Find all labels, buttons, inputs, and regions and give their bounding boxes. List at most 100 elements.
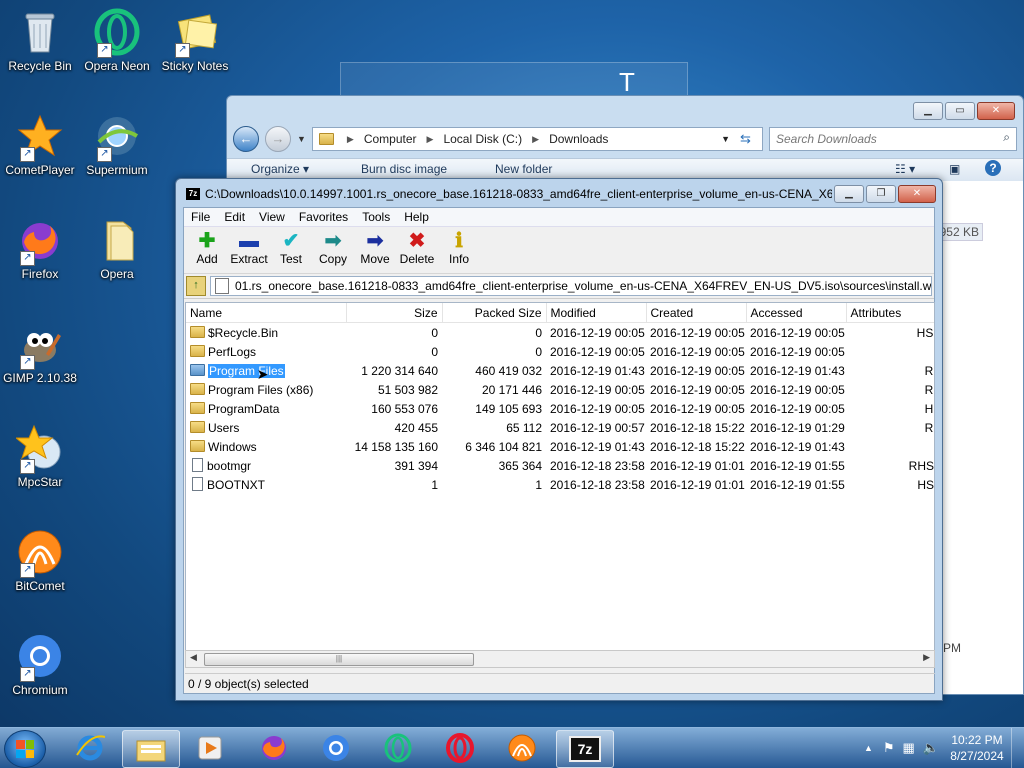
scroll-left-icon[interactable]: ◀	[190, 652, 197, 663]
desktop-icon-cometplayer[interactable]: ↗ CometPlayer	[0, 112, 80, 177]
refresh-icon[interactable]: ⇆	[740, 131, 762, 147]
taskbar-firefox[interactable]	[246, 730, 302, 766]
file-icon	[192, 458, 203, 472]
table-row[interactable]: Windows 14 158 135 160 6 346 104 821 201…	[186, 437, 934, 456]
restore-icon[interactable]: ❐	[866, 185, 896, 203]
volume-icon[interactable]: 🔈	[923, 740, 939, 756]
view-options-icon[interactable]: ☷ ▾	[895, 162, 915, 176]
info-button[interactable]: ℹ Info	[438, 227, 480, 273]
taskbar-opera[interactable]	[432, 730, 488, 766]
row-created: 2016-12-19 00:05	[650, 363, 745, 378]
organize-button[interactable]: Organize ▾	[251, 162, 309, 176]
extract-button[interactable]: ▬ Extract	[228, 227, 270, 273]
table-row[interactable]: $Recycle.Bin 0 0 2016-12-19 00:05 2016-1…	[186, 323, 934, 343]
column-accessed[interactable]: Accessed	[746, 303, 847, 323]
action-center-icon[interactable]: ⚑	[883, 740, 895, 756]
table-row[interactable]: Users 420 455 65 112 2016-12-19 00:57 20…	[186, 418, 934, 437]
test-button[interactable]: ✔ Test	[270, 227, 312, 273]
row-accessed: 2016-12-19 00:05	[750, 401, 845, 416]
shortcut-arrow-icon: ↗	[20, 147, 35, 162]
column-name[interactable]: Name	[186, 303, 347, 323]
table-row[interactable]: PerfLogs 0 0 2016-12-19 00:05 2016-12-19…	[186, 342, 934, 361]
minimize-icon[interactable]: ▁	[913, 102, 943, 120]
path-input[interactable]: 01.rs_onecore_base.161218-0833_amd64fre_…	[210, 276, 932, 296]
column-modified[interactable]: Modified	[546, 303, 647, 323]
row-attr: RD	[924, 382, 934, 397]
scroll-right-icon[interactable]: ▶	[923, 652, 930, 663]
column-packed-size[interactable]: Packed Size	[442, 303, 547, 323]
menu-view[interactable]: View	[252, 208, 292, 226]
breadcrumb-local-disk[interactable]: Local Disk (C:)	[443, 132, 522, 146]
menu-favorites[interactable]: Favorites	[292, 208, 355, 226]
sevenzip-window[interactable]: 7z C:\Downloads\10.0.14997.1001.rs_oneco…	[175, 178, 943, 701]
desktop-icon-supermium[interactable]: ↗ Supermium	[77, 112, 157, 177]
shortcut-arrow-icon: ↗	[20, 667, 35, 682]
show-desktop-button[interactable]	[1011, 728, 1024, 768]
delete-button[interactable]: ✖ Delete	[396, 227, 438, 273]
history-dropdown-icon[interactable]: ▼	[297, 134, 306, 144]
table-row-selected[interactable]: Program Files➤ 1 220 314 640 460 419 032…	[186, 361, 934, 380]
close-icon[interactable]: ✕	[977, 102, 1015, 120]
minimize-icon[interactable]: ▁	[834, 185, 864, 203]
scrollbar-thumb[interactable]: |||	[204, 653, 474, 666]
show-hidden-icons-icon[interactable]: ▲	[864, 743, 873, 753]
explorer-search-input[interactable]: Search Downloads ⌕	[769, 127, 1017, 151]
desktop-icon-gimp[interactable]: ↗ GIMP 2.10.38	[0, 320, 80, 385]
table-header: Name Size Packed Size Modified Created A…	[186, 303, 934, 323]
maximize-icon[interactable]: ▭	[945, 102, 975, 120]
column-created[interactable]: Created	[646, 303, 747, 323]
preview-pane-icon[interactable]: ▣	[949, 162, 960, 176]
network-icon[interactable]: ▦	[903, 740, 915, 756]
desktop-icon-opera-neon[interactable]: ↗ Opera Neon	[77, 8, 157, 73]
column-size[interactable]: Size	[346, 303, 443, 323]
clock[interactable]: 10:22 PM 8/27/2024	[943, 732, 1011, 764]
menu-tools[interactable]: Tools	[355, 208, 397, 226]
back-arrow-icon[interactable]: ←	[233, 126, 259, 152]
desktop-icon-mpcstar[interactable]: ↗ MpcStar	[0, 424, 80, 489]
forward-arrow-icon[interactable]: →	[265, 126, 291, 152]
taskbar-media-player[interactable]	[182, 730, 238, 766]
shortcut-arrow-icon: ↗	[20, 355, 35, 370]
sevenzip-title-bar[interactable]: 7z C:\Downloads\10.0.14997.1001.rs_oneco…	[186, 185, 832, 203]
taskbar-chromium[interactable]	[308, 730, 364, 766]
folder-icon	[190, 382, 205, 395]
move-button[interactable]: ➡ Move	[354, 227, 396, 273]
taskbar-internet-explorer[interactable]	[62, 730, 118, 766]
table-row[interactable]: ProgramData 160 553 076 149 105 693 2016…	[186, 399, 934, 418]
desktop-icon-chromium[interactable]: ↗ Chromium	[0, 632, 80, 697]
close-icon[interactable]: ✕	[898, 185, 936, 203]
breadcrumb-computer[interactable]: Computer	[364, 132, 417, 146]
column-attributes[interactable]: Attributes	[846, 303, 934, 323]
desktop-icon-recycle-bin[interactable]: Recycle Bin	[0, 8, 80, 73]
file-list[interactable]: Name Size Packed Size Modified Created A…	[185, 302, 935, 651]
help-icon[interactable]: ?	[985, 160, 1001, 176]
explorer-address-bar[interactable]: ▶ Computer ▶ Local Disk (C:) ▶ Downloads…	[311, 127, 763, 151]
add-button[interactable]: ✚ Add	[186, 227, 228, 273]
desktop-icon-opera[interactable]: Opera	[77, 216, 157, 281]
taskbar-explorer[interactable]	[122, 730, 180, 768]
table-row[interactable]: Program Files (x86) 51 503 982 20 171 44…	[186, 380, 934, 399]
table-row[interactable]: BOOTNXT 1 1 2016-12-18 23:58 2016-12-19 …	[186, 475, 934, 494]
desktop-icon-bitcomet[interactable]: ↗ BitComet	[0, 528, 80, 593]
desktop-icon-label: Sticky Notes	[161, 59, 229, 73]
folder-icon	[136, 740, 166, 762]
tool-label: Add	[196, 252, 218, 266]
menu-edit[interactable]: Edit	[217, 208, 252, 226]
table-row[interactable]: bootmgr 391 394 365 364 2016-12-18 23:58…	[186, 456, 934, 475]
taskbar-opera-neon[interactable]	[370, 730, 426, 766]
new-folder-button[interactable]: New folder	[495, 162, 552, 176]
breadcrumb-downloads[interactable]: Downloads	[549, 132, 608, 146]
address-dropdown-icon[interactable]: ▼	[721, 134, 730, 144]
menu-file[interactable]: File	[184, 208, 217, 226]
desktop-icon-sticky-notes[interactable]: ↗ Sticky Notes	[155, 8, 235, 73]
menu-help[interactable]: Help	[397, 208, 436, 226]
start-button[interactable]	[4, 730, 46, 768]
folder-up-icon[interactable]: ↑	[186, 276, 206, 296]
row-attr: D	[846, 437, 934, 456]
taskbar-bitcomet[interactable]	[494, 730, 550, 766]
burn-disc-image-button[interactable]: Burn disc image	[361, 162, 447, 176]
desktop-icon-firefox[interactable]: ↗ Firefox	[0, 216, 80, 281]
copy-button[interactable]: ➡ Copy	[312, 227, 354, 273]
horizontal-scrollbar[interactable]: ◀ ||| ▶	[185, 650, 935, 668]
taskbar-7zip[interactable]: 7z	[556, 730, 614, 768]
